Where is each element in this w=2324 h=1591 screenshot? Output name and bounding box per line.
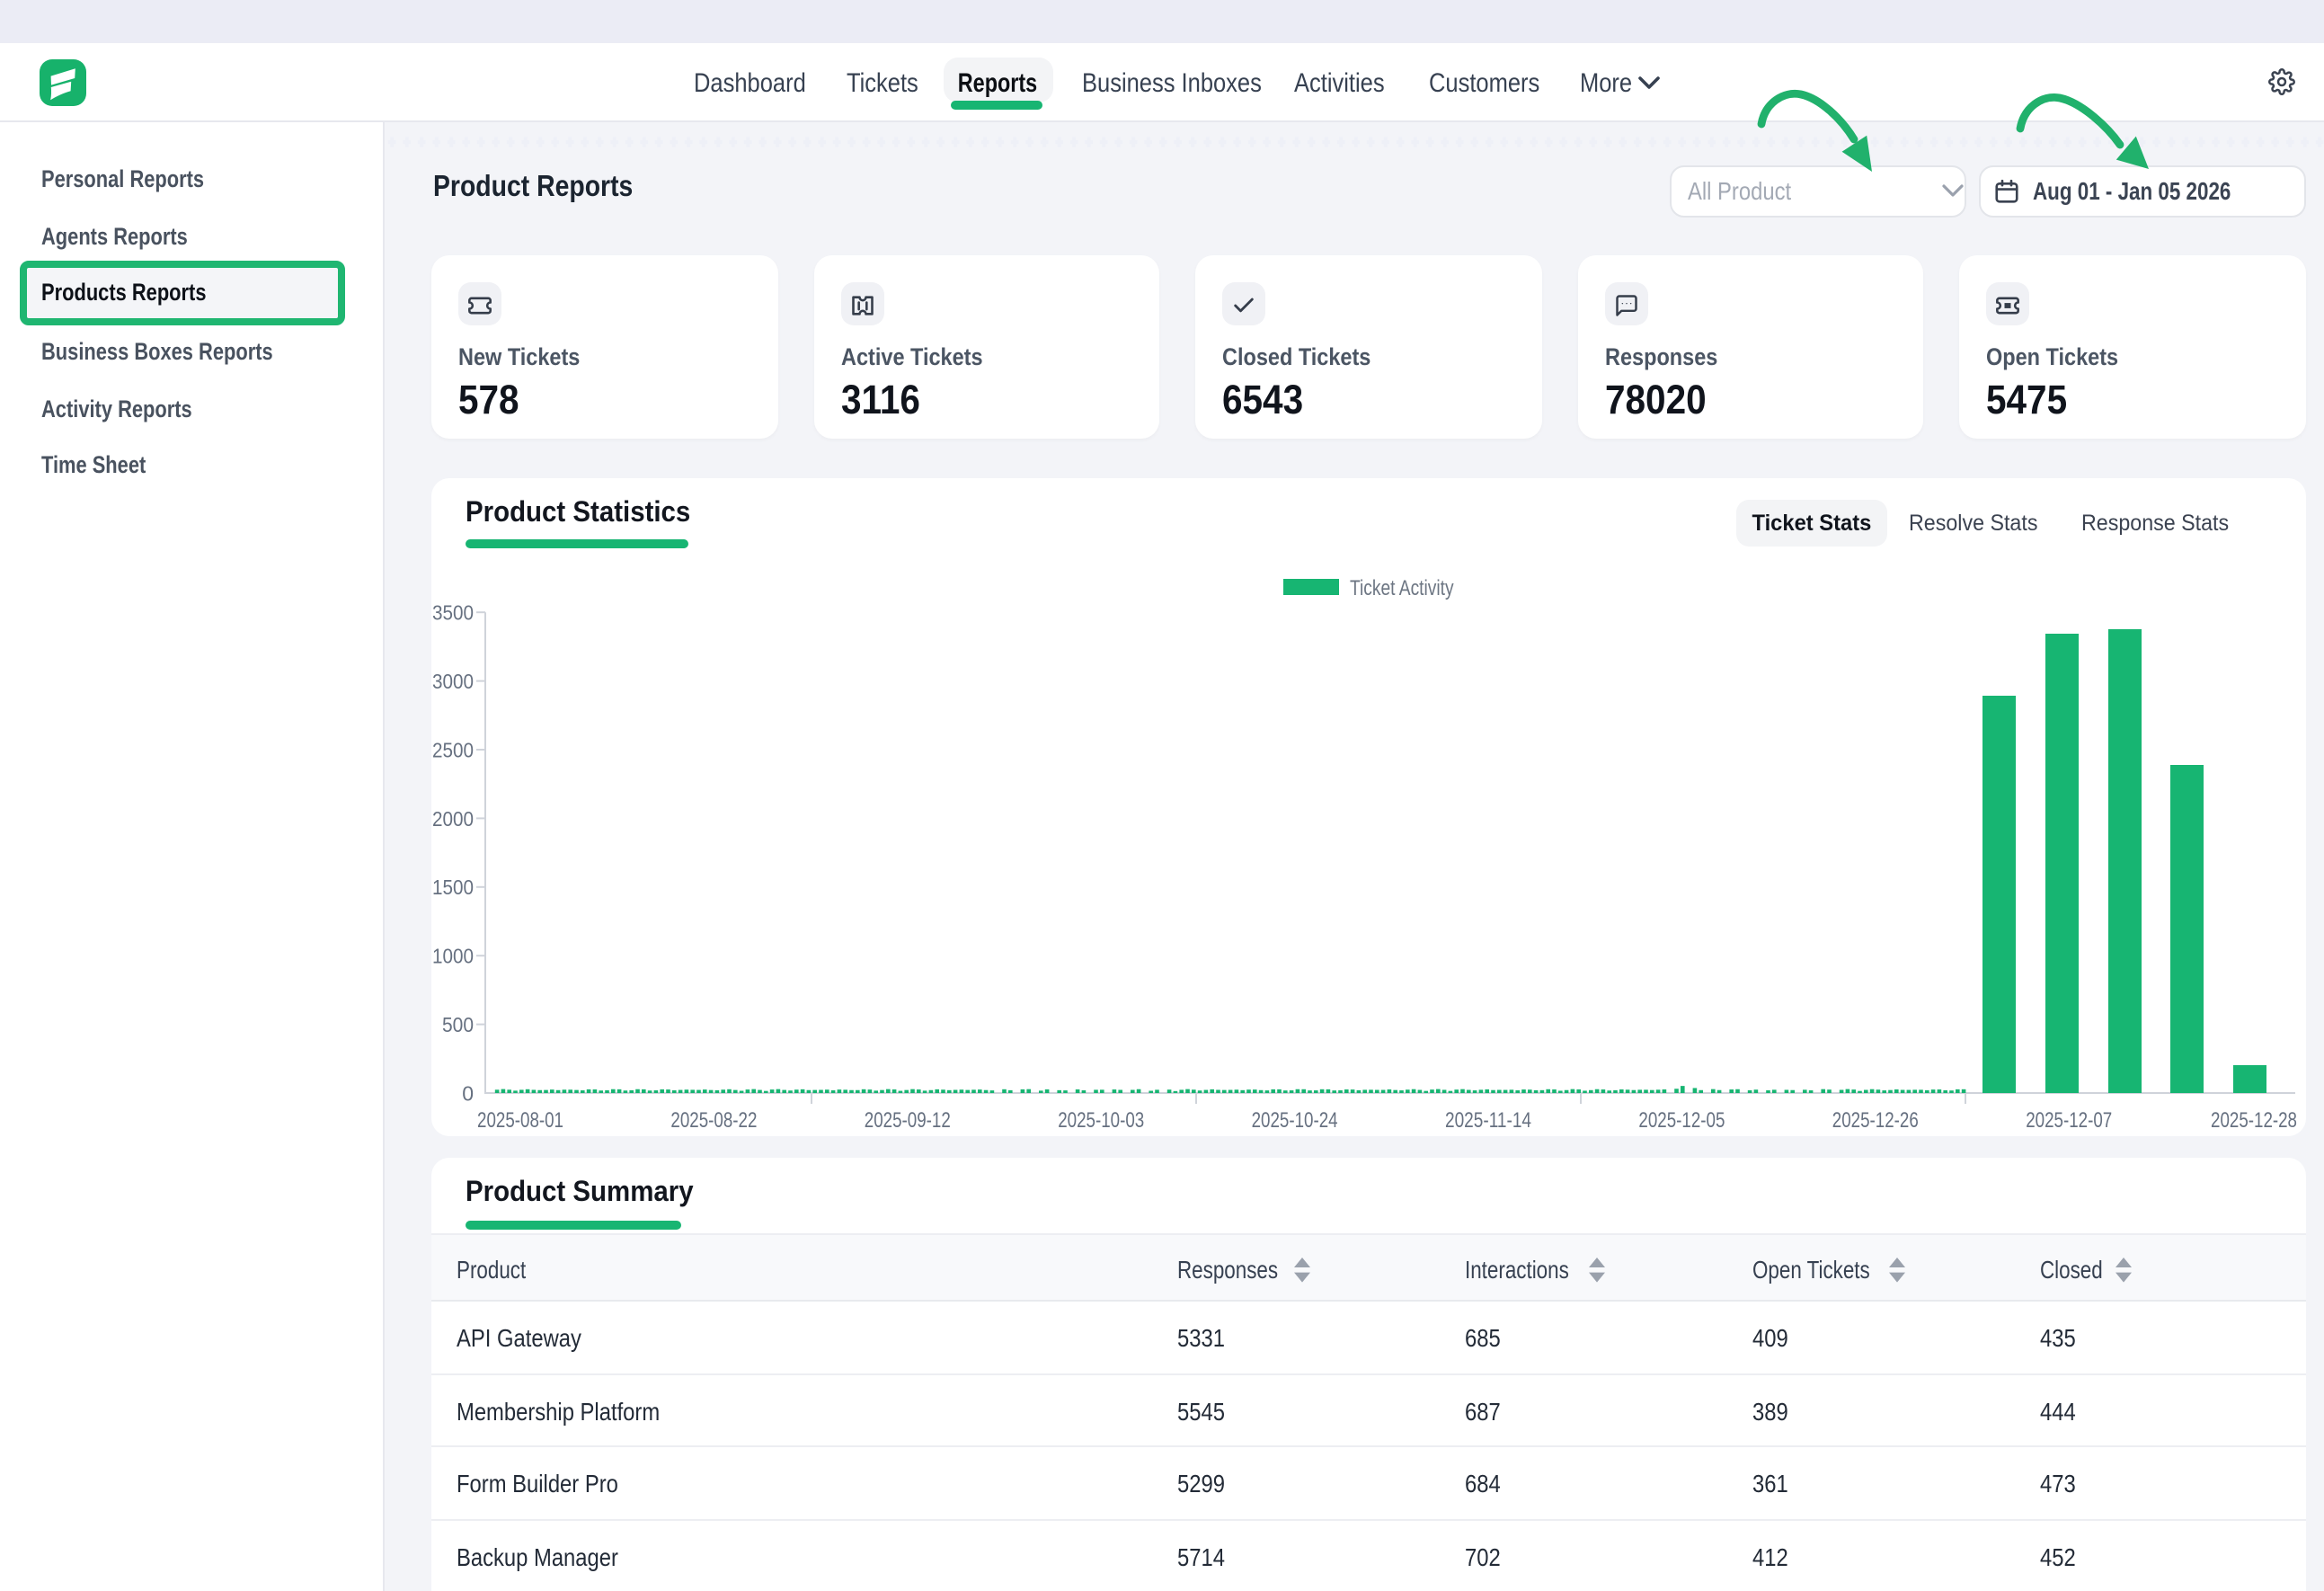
svg-text:2025-09-12: 2025-09-12: [865, 1108, 951, 1133]
svg-text:3500: 3500: [432, 601, 474, 625]
svg-text:3000: 3000: [432, 670, 474, 693]
svg-text:2025-12-05: 2025-12-05: [1638, 1108, 1725, 1133]
svg-text:500: 500: [442, 1013, 474, 1036]
svg-text:1000: 1000: [432, 945, 474, 968]
svg-text:2000: 2000: [432, 807, 474, 831]
svg-text:1500: 1500: [432, 875, 474, 899]
svg-text:2025-08-01: 2025-08-01: [477, 1108, 563, 1133]
svg-text:0: 0: [462, 1081, 474, 1105]
svg-text:2025-12-07: 2025-12-07: [2026, 1108, 2112, 1133]
svg-text:2025-12-28: 2025-12-28: [2211, 1108, 2297, 1133]
svg-text:2025-12-26: 2025-12-26: [1832, 1108, 1919, 1133]
svg-text:2025-11-14: 2025-11-14: [1445, 1108, 1531, 1133]
svg-text:2500: 2500: [432, 738, 474, 761]
svg-text:2025-10-03: 2025-10-03: [1058, 1108, 1144, 1133]
svg-text:2025-08-22: 2025-08-22: [670, 1108, 757, 1133]
svg-text:2025-10-24: 2025-10-24: [1252, 1108, 1338, 1133]
